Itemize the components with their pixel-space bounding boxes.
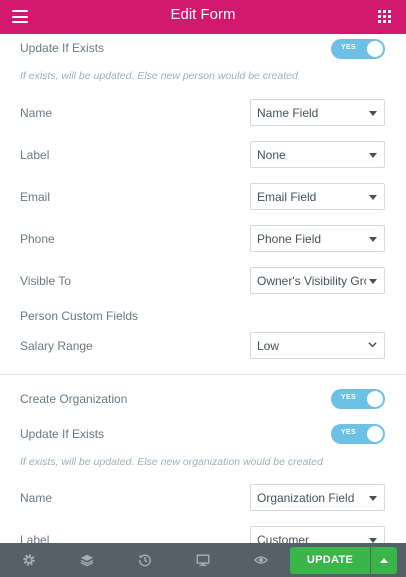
caret-up-icon [380, 558, 388, 563]
page-title: Edit Form [170, 6, 236, 23]
settings-gear-icon[interactable] [22, 553, 36, 567]
org-update-hint: If exists, will be updated. Else new org… [20, 456, 323, 468]
create-organization-label: Create Organization [20, 392, 128, 406]
update-options-button[interactable] [371, 547, 397, 574]
label-select[interactable]: None [250, 141, 385, 168]
name-label: Name [20, 106, 53, 120]
org-update-if-exists-label: Update If Exists [20, 427, 105, 441]
caret-down-icon [369, 111, 377, 116]
label-select-value: None [257, 148, 286, 162]
update-hint: If exists, will be updated. Else new per… [20, 70, 298, 82]
email-label: Email [20, 190, 51, 204]
email-select[interactable]: Email Field [250, 183, 385, 210]
salary-range-select[interactable]: Low [250, 332, 385, 359]
caret-down-icon [369, 195, 377, 200]
visible-to-label: Visible To [20, 274, 71, 288]
phone-label: Phone [20, 232, 55, 246]
org-name-label: Name [20, 491, 53, 505]
history-icon[interactable] [138, 553, 152, 567]
toggle-knob [367, 41, 383, 57]
update-if-exists-label: Update If Exists [20, 41, 105, 55]
editor-header: Edit Form [0, 0, 406, 34]
org-update-if-exists-toggle[interactable]: YES [331, 424, 385, 444]
visible-to-select[interactable]: Owner's Visibility Group [250, 267, 385, 294]
widgets-grid-icon[interactable] [378, 10, 391, 23]
toggle-knob [367, 426, 383, 442]
label-label: Label [20, 148, 50, 162]
phone-select[interactable]: Phone Field [250, 225, 385, 252]
person-custom-fields-label: Person Custom Fields [20, 309, 139, 323]
toggle-text: YES [341, 429, 356, 436]
caret-down-icon [369, 153, 377, 158]
phone-select-value: Phone Field [257, 232, 322, 246]
name-select[interactable]: Name Field [250, 99, 385, 126]
update-button[interactable]: UPDATE [290, 547, 370, 574]
salary-range-label: Salary Range [20, 339, 93, 353]
toggle-knob [367, 391, 383, 407]
toggle-text: YES [341, 44, 356, 51]
section-divider [0, 374, 406, 375]
name-select-value: Name Field [257, 106, 319, 120]
create-organization-toggle[interactable]: YES [331, 389, 385, 409]
chevron-down-icon [368, 342, 377, 348]
update-if-exists-toggle[interactable]: YES [331, 39, 385, 59]
preview-eye-icon[interactable] [254, 553, 268, 567]
caret-down-icon [369, 237, 377, 242]
visible-to-select-value: Owner's Visibility Group [257, 274, 366, 288]
layers-icon[interactable] [80, 553, 94, 567]
caret-down-icon [369, 496, 377, 501]
salary-range-select-value: Low [257, 339, 280, 353]
toggle-text: YES [341, 394, 356, 401]
org-name-select-value: Organization Field [257, 491, 355, 505]
desktop-responsive-icon[interactable] [196, 553, 210, 567]
org-name-select[interactable]: Organization Field [250, 484, 385, 511]
email-select-value: Email Field [257, 190, 317, 204]
caret-down-icon [369, 279, 377, 284]
